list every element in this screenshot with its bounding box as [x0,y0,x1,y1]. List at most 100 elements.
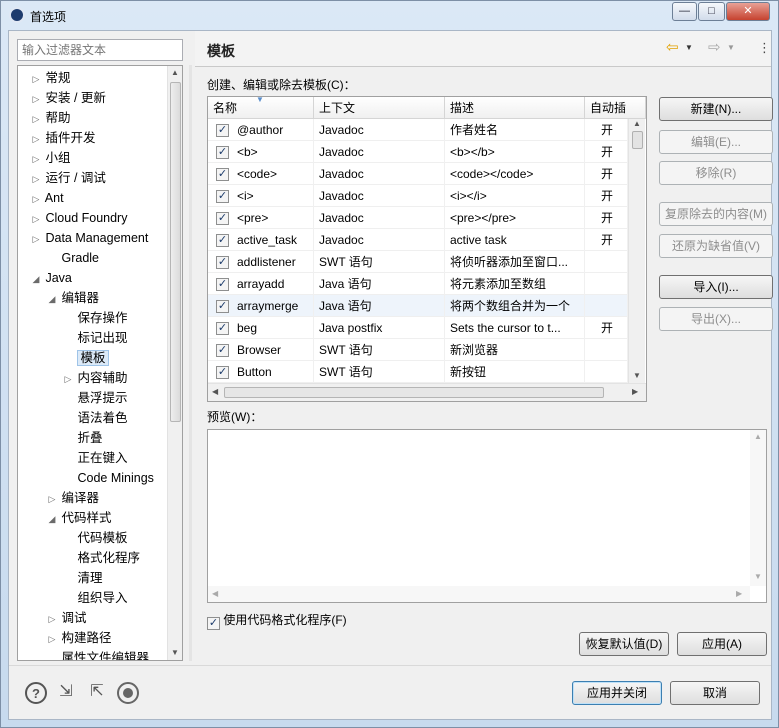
close-button[interactable]: ✕ [726,2,770,21]
table-row[interactable]: ✓ beg Java postfix Sets the cursor to t... 开 [208,317,628,339]
collapsed-twisty-icon[interactable]: ▷ [30,69,42,89]
tree-item[interactable]: ▷ 编译器 [46,488,99,508]
table-row[interactable]: ✓ Browser SWT 语句 新浏览器 [208,339,628,361]
table-vertical-scrollbar[interactable]: ▲ ▼ [628,119,645,383]
import-templates-button[interactable]: 导入(I)... [659,275,773,299]
preview-vertical-scrollbar[interactable]: ▲ ▼ [750,430,766,586]
tree-item[interactable]: ▷ Ant [30,188,64,208]
tree-item[interactable]: 语法着色 [62,408,127,428]
preview-scroll-down-icon[interactable]: ▼ [754,572,762,581]
tree-item[interactable]: 正在键入 [62,448,127,468]
preference-tree[interactable]: 属性文件编辑器 ▷ 构建路径 ▷ 调试 组织导入 清理 格式化程序 代码模板 ◢ 代码… [17,65,183,661]
tree-item[interactable]: ▷ 安装 / 更新 [30,88,106,108]
column-auto-insert-header[interactable]: 自动插 [585,97,646,119]
remove-template-button[interactable]: 移除(R) [659,161,773,185]
revert-to-default-button[interactable]: 还原为缺省值(V) [659,234,773,258]
enabled-checkbox[interactable]: ✓ [216,190,229,203]
collapsed-twisty-icon[interactable]: ▷ [62,369,74,389]
collapsed-twisty-icon[interactable]: ▷ [30,109,42,129]
expanded-twisty-icon[interactable]: ◢ [30,269,42,289]
back-arrow-icon[interactable]: ⇦ [666,40,679,56]
tree-item[interactable]: ▷ Cloud Foundry [30,208,128,228]
export-preferences-icon[interactable]: ⇱ [86,682,108,704]
new-template-button[interactable]: 新建(N)... [659,97,773,121]
title-bar[interactable]: 首选项 — □ ✕ [1,1,778,29]
table-row[interactable]: ✓ <pre> Javadoc <pre></pre> 开 [208,207,628,229]
table-scroll-down-icon[interactable]: ▼ [633,371,641,380]
table-scroll-right-icon[interactable]: ▶ [632,387,638,396]
tree-item[interactable]: ◢ 编辑器 [46,288,99,308]
tree-item[interactable]: ▷ 内容辅助 [62,368,128,388]
table-row[interactable]: ✓ Button SWT 语句 新按钮 [208,361,628,383]
table-row[interactable]: ✓ <code> Javadoc <code></code> 开 [208,163,628,185]
tree-item[interactable]: ▷ 插件开发 [30,128,96,148]
tree-item[interactable]: ◢ 代码样式 [46,508,112,528]
collapsed-twisty-icon[interactable]: ▷ [30,129,42,149]
use-formatter-checkbox[interactable]: ✓ [207,617,220,630]
tree-item[interactable]: ▷ 常规 [30,68,71,88]
tree-item[interactable]: 标记出现 [62,328,127,348]
table-row[interactable]: ✓ @author Javadoc 作者姓名开 [208,119,628,141]
tree-item[interactable]: ▷ Data Management [30,228,149,248]
tree-item[interactable]: ▷ 调试 [46,608,87,628]
forward-arrow-icon[interactable]: ⇨ [708,40,721,56]
table-vscroll-thumb[interactable] [632,131,643,149]
tree-scroll-thumb[interactable] [170,82,181,422]
enabled-checkbox[interactable]: ✓ [216,322,229,335]
tree-item[interactable]: 属性文件编辑器 [46,648,149,660]
tree-item[interactable]: ▷ 构建路径 [46,628,112,648]
tree-item[interactable]: 保存操作 [62,308,127,328]
expanded-twisty-icon[interactable]: ◢ [46,289,58,309]
table-hscroll-thumb[interactable] [224,387,604,398]
restore-defaults-button[interactable]: 恢复默认值(D) [579,632,669,656]
collapsed-twisty-icon[interactable]: ▷ [46,489,58,509]
tree-item[interactable]: Code Minings [62,468,153,488]
collapsed-twisty-icon[interactable]: ▷ [30,189,42,209]
cancel-button[interactable]: 取消 [670,681,760,705]
collapsed-twisty-icon[interactable]: ▷ [46,609,58,629]
expanded-twisty-icon[interactable]: ◢ [46,509,58,529]
tree-item[interactable]: 组织导入 [62,588,127,608]
enabled-checkbox[interactable]: ✓ [216,168,229,181]
tree-item[interactable]: 清理 [62,568,102,588]
scroll-down-icon[interactable]: ▼ [171,648,179,657]
edit-template-button[interactable]: 编辑(E)... [659,130,773,154]
table-row[interactable]: ✓ <i> Javadoc <i></i> 开 [208,185,628,207]
enabled-checkbox[interactable]: ✓ [216,300,229,313]
table-horizontal-scrollbar[interactable]: ◀ ▶ [208,383,646,401]
view-menu-icon[interactable]: ⋮ [758,40,771,56]
enabled-checkbox[interactable]: ✓ [216,256,229,269]
table-row[interactable]: ✓ <b> Javadoc <b></b> 开 [208,141,628,163]
tree-item[interactable]: ▷ 运行 / 调试 [30,168,106,188]
record-icon[interactable] [117,682,139,704]
table-row[interactable]: ✓ addlistener SWT 语句 将侦听器添加至窗口... [208,251,628,273]
minimize-button[interactable]: — [672,2,697,21]
preview-scroll-left-icon[interactable]: ◀ [212,589,218,598]
preview-horizontal-scrollbar[interactable]: ◀ ▶ [208,586,750,602]
table-row[interactable]: ✓ arraymerge Java 语句 将两个数组合并为一个 [208,295,628,317]
tree-item[interactable]: Gradle [46,248,99,268]
table-row[interactable]: ✓ active_task Javadoc active task 开 [208,229,628,251]
apply-and-close-button[interactable]: 应用并关闭 [572,681,662,705]
table-scroll-up-icon[interactable]: ▲ [633,119,641,128]
pane-sash[interactable] [189,65,192,661]
table-row[interactable]: ✓ arrayadd Java 语句 将元素添加至数组 [208,273,628,295]
enabled-checkbox[interactable]: ✓ [216,146,229,159]
scroll-up-icon[interactable]: ▲ [171,68,179,77]
tree-scrollbar[interactable]: ▲ ▼ [167,66,182,660]
import-preferences-icon[interactable]: ⇲ [55,682,77,704]
tree-item[interactable]: ◢ Java [30,268,72,288]
filter-input[interactable] [17,39,183,61]
export-templates-button[interactable]: 导出(X)... [659,307,773,331]
enabled-checkbox[interactable]: ✓ [216,124,229,137]
tree-item[interactable]: ▷ 帮助 [30,108,71,128]
tree-item[interactable]: ▷ 小组 [30,148,71,168]
tree-item[interactable]: 模板 [62,348,109,368]
tree-item[interactable]: 折叠 [62,428,102,448]
table-scroll-left-icon[interactable]: ◀ [212,387,218,396]
preview-scroll-right-icon[interactable]: ▶ [736,589,742,598]
enabled-checkbox[interactable]: ✓ [216,366,229,379]
templates-table[interactable]: 名称 ▼ 上下文 描述 自动插 ✓ Button SWT 语句 新按钮 ✓ Browser… [207,96,647,402]
back-menu-chevron-down-icon[interactable]: ▼ [685,43,693,52]
collapsed-twisty-icon[interactable]: ▷ [30,169,42,189]
